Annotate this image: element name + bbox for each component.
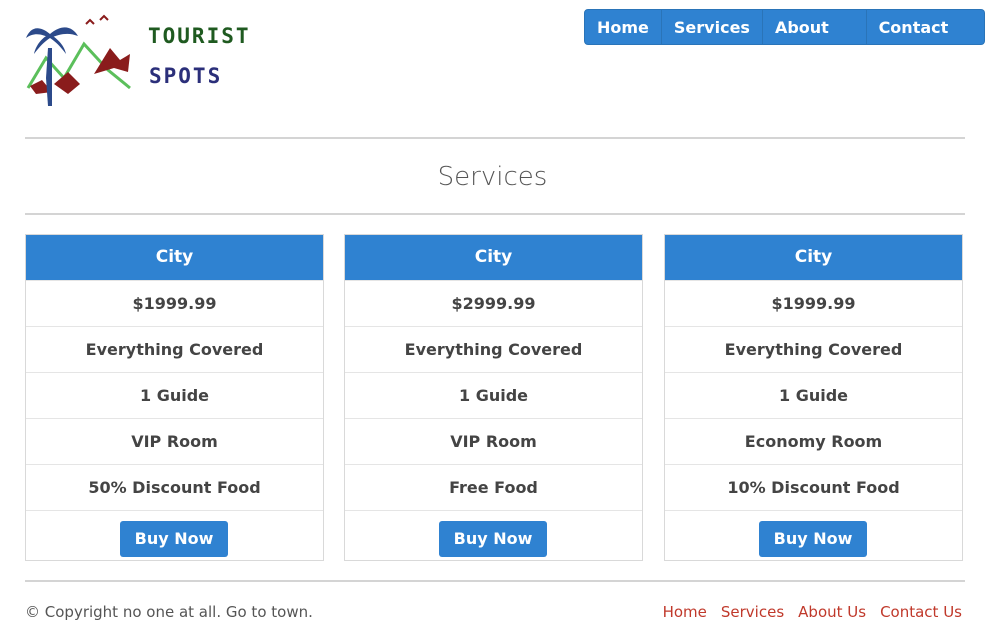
buy-now-button[interactable]: Buy Now	[759, 521, 867, 557]
site-footer: © Copyright no one at all. Go to town. H…	[0, 596, 985, 632]
divider-under-title	[25, 213, 965, 215]
card-title: City	[345, 235, 642, 280]
pricing-card: City $1999.99 Everything Covered 1 Guide…	[25, 234, 324, 561]
card-title: City	[665, 235, 962, 280]
footer-link-home[interactable]: Home	[663, 603, 707, 621]
card-food: 10% Discount Food	[665, 464, 962, 510]
copyright-text: © Copyright no one at all. Go to town.	[25, 603, 313, 621]
pricing-cards: City $1999.99 Everything Covered 1 Guide…	[25, 234, 965, 561]
card-title: City	[26, 235, 323, 280]
buy-now-button[interactable]: Buy Now	[120, 521, 228, 557]
card-coverage: Everything Covered	[665, 326, 962, 372]
card-room: VIP Room	[26, 418, 323, 464]
card-food: 50% Discount Food	[26, 464, 323, 510]
footer-link-services[interactable]: Services	[721, 603, 784, 621]
card-room: Economy Room	[665, 418, 962, 464]
footer-link-contact[interactable]: Contact Us	[880, 603, 962, 621]
divider-footer	[25, 580, 965, 582]
palm-tree-mountains-icon	[26, 14, 131, 106]
nav-services-button[interactable]: Services	[661, 9, 763, 45]
card-price: $1999.99	[26, 280, 323, 326]
nav-about-button[interactable]: About US	[762, 9, 867, 73]
card-coverage: Everything Covered	[26, 326, 323, 372]
pricing-card: City $2999.99 Everything Covered 1 Guide…	[344, 234, 643, 561]
buy-now-button[interactable]: Buy Now	[439, 521, 547, 557]
divider-top	[25, 137, 965, 139]
card-footer: Buy Now	[345, 510, 642, 567]
card-guides: 1 Guide	[665, 372, 962, 418]
logo-text-line2: SPOTS	[149, 64, 223, 88]
card-footer: Buy Now	[665, 510, 962, 567]
section-title: Services	[437, 162, 548, 192]
card-guides: 1 Guide	[345, 372, 642, 418]
nav-contact-button[interactable]: Contact US	[866, 9, 985, 73]
footer-link-about[interactable]: About Us	[798, 603, 866, 621]
nav-home-button[interactable]: Home	[584, 9, 662, 45]
card-room: VIP Room	[345, 418, 642, 464]
pricing-card: City $1999.99 Everything Covered 1 Guide…	[664, 234, 963, 561]
card-footer: Buy Now	[26, 510, 323, 567]
logo-text-line1: TOURIST	[148, 24, 251, 48]
site-header: TOURIST SPOTS Home Services About US Con…	[0, 0, 985, 120]
card-coverage: Everything Covered	[345, 326, 642, 372]
card-food: Free Food	[345, 464, 642, 510]
footer-links: Home Services About Us Contact Us	[663, 603, 962, 621]
card-guides: 1 Guide	[26, 372, 323, 418]
main-nav: Home Services About US Contact US	[584, 9, 985, 73]
card-price: $2999.99	[345, 280, 642, 326]
card-price: $1999.99	[665, 280, 962, 326]
site-logo[interactable]: TOURIST SPOTS	[24, 14, 249, 109]
